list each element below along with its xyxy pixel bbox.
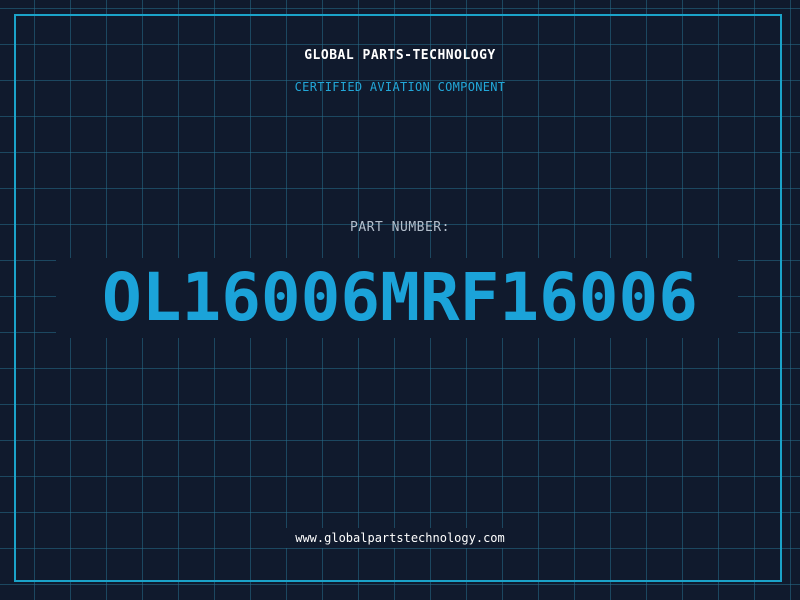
- certification-tagline: CERTIFIED AVIATION COMPONENT: [294, 80, 506, 94]
- part-label-card: GLOBAL PARTS-TECHNOLOGY CERTIFIED AVIATI…: [0, 0, 800, 600]
- website-url: www.globalpartstechnology.com: [295, 531, 505, 545]
- company-name: GLOBAL PARTS-TECHNOLOGY: [304, 48, 496, 63]
- part-number-label: PART NUMBER:: [350, 220, 450, 235]
- part-number-value: OL16006MRF16006: [101, 259, 699, 336]
